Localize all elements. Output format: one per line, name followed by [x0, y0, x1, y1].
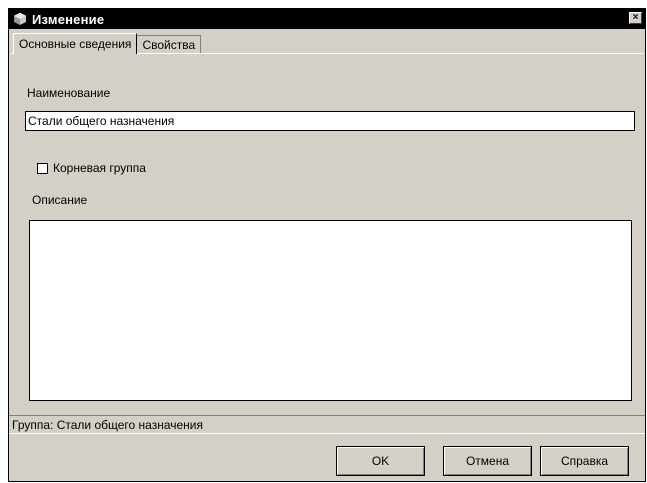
name-label: Наименование — [27, 86, 111, 100]
root-group-checkbox[interactable] — [37, 162, 48, 174]
description-textarea[interactable] — [29, 220, 632, 401]
tab-strip: Основные сведения Свойства — [13, 33, 202, 54]
root-group-label: Корневая группа — [53, 161, 146, 175]
root-group-checkbox-row[interactable]: Корневая группа — [37, 161, 146, 175]
cube-app-icon — [12, 12, 28, 26]
help-button[interactable]: Справка — [540, 446, 629, 476]
tab-properties[interactable]: Свойства — [137, 35, 202, 54]
title-bar[interactable]: Изменение × — [9, 9, 645, 29]
edit-dialog: Изменение × Основные сведения Свойства Н… — [8, 8, 646, 482]
close-button[interactable]: × — [629, 12, 642, 24]
cancel-button[interactable]: Отмена — [443, 446, 532, 476]
window-title: Изменение — [32, 11, 105, 27]
close-icon: × — [632, 12, 639, 23]
status-text: Группа: Стали общего назначения — [12, 417, 203, 432]
description-label: Описание — [32, 193, 88, 207]
status-bar: Группа: Стали общего назначения — [9, 415, 645, 434]
name-input[interactable] — [25, 111, 635, 131]
ok-button[interactable]: OK — [336, 446, 425, 476]
tab-main-info[interactable]: Основные сведения — [13, 33, 138, 54]
